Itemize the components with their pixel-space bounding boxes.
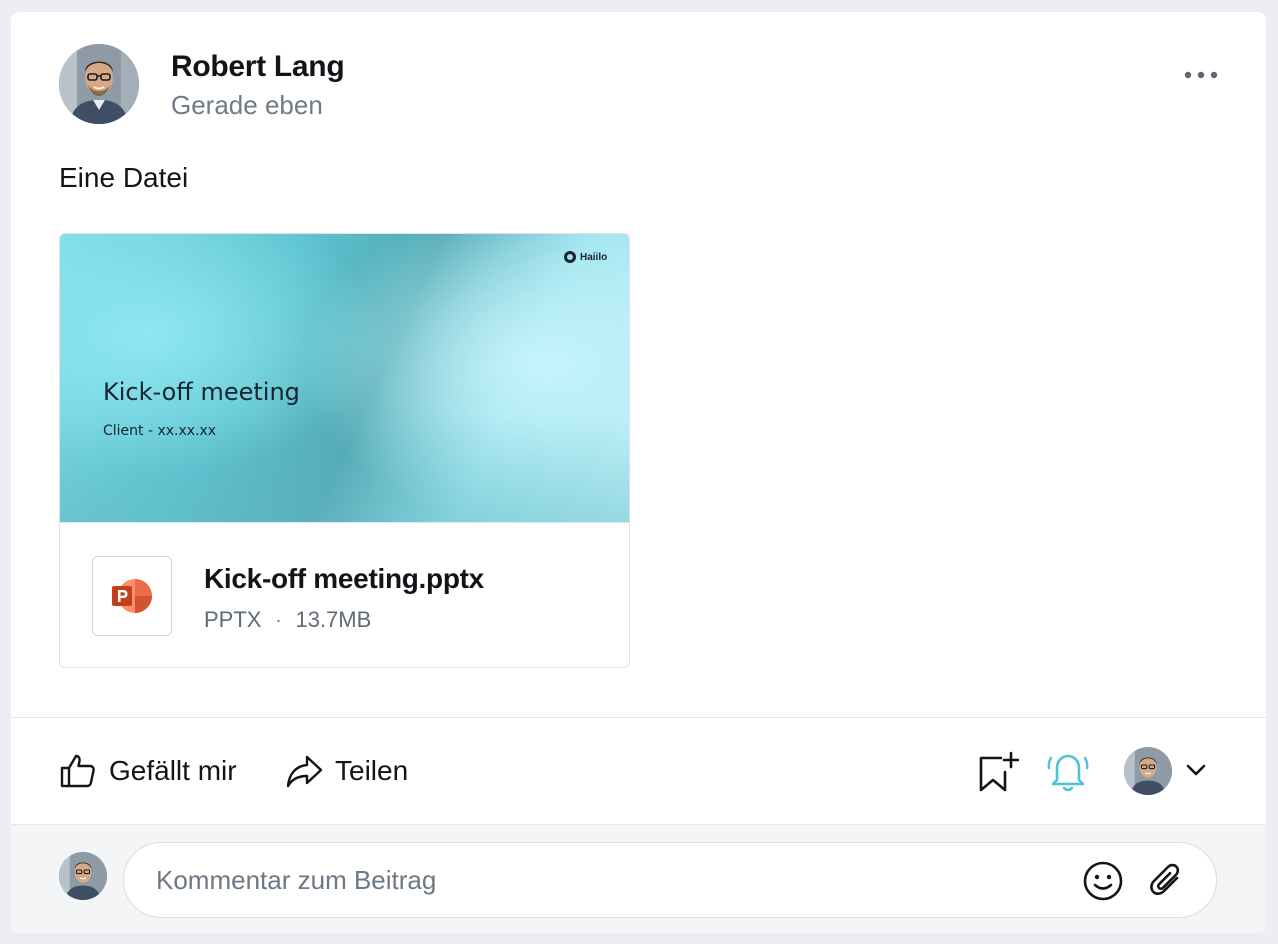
comment-input-wrapper <box>123 842 1217 918</box>
paperclip-icon[interactable] <box>1147 860 1187 902</box>
share-arrow-icon <box>286 755 323 788</box>
file-type-icon-box <box>92 556 172 636</box>
slide-title: Kick-off meeting <box>103 378 300 406</box>
post-text: Eine Datei <box>59 162 189 193</box>
thumbs-up-icon <box>60 754 95 788</box>
file-name[interactable]: Kick-off meeting.pptx <box>204 563 484 595</box>
bell-icon[interactable] <box>1045 748 1091 794</box>
like-button[interactable]: Gefällt mir <box>59 752 237 790</box>
author-name[interactable]: Robert Lang <box>171 50 345 84</box>
slide-logo-text: Haiilo <box>580 251 608 263</box>
chevron-down-icon[interactable] <box>1185 762 1207 778</box>
file-size: 13.7MB <box>295 607 372 632</box>
file-attachment-card[interactable]: Haiilo Kick-off meeting Client - xx.xx.x… <box>59 233 630 668</box>
post-card: Robert Lang Gerade eben Eine Datei Haiil… <box>11 12 1266 933</box>
file-meta: PPTX · 13.7MB <box>204 607 371 633</box>
post-timestamp: Gerade eben <box>171 90 323 120</box>
current-user-avatar <box>59 852 107 900</box>
bookmark-add-icon[interactable] <box>975 750 1019 794</box>
file-info: Kick-off meeting.pptx PPTX · 13.7MB <box>60 522 629 667</box>
like-label: Gefällt mir <box>109 755 237 786</box>
author-avatar[interactable] <box>59 44 139 124</box>
person-photo <box>1124 747 1172 795</box>
more-options-button[interactable] <box>1179 60 1223 90</box>
file-type: PPTX <box>204 607 262 632</box>
share-label: Teilen <box>335 755 409 786</box>
comment-input[interactable] <box>156 843 1056 917</box>
slide-preview[interactable]: Haiilo Kick-off meeting Client - xx.xx.x… <box>60 234 629 522</box>
more-horizontal-icon <box>1184 71 1218 79</box>
post-actions-bar: Gefällt mir Teilen <box>11 718 1266 824</box>
powerpoint-icon <box>112 579 152 613</box>
comment-area <box>11 824 1266 933</box>
person-photo <box>59 44 139 124</box>
logo-mark-icon <box>564 251 576 263</box>
smiley-icon[interactable] <box>1082 860 1124 902</box>
slide-logo: Haiilo <box>564 251 607 263</box>
slide-subtitle: Client - xx.xx.xx <box>103 423 217 439</box>
meta-separator: · <box>275 609 282 630</box>
author-avatar-switcher[interactable] <box>1124 747 1172 795</box>
person-photo <box>59 852 107 900</box>
share-button[interactable]: Teilen <box>285 752 408 790</box>
